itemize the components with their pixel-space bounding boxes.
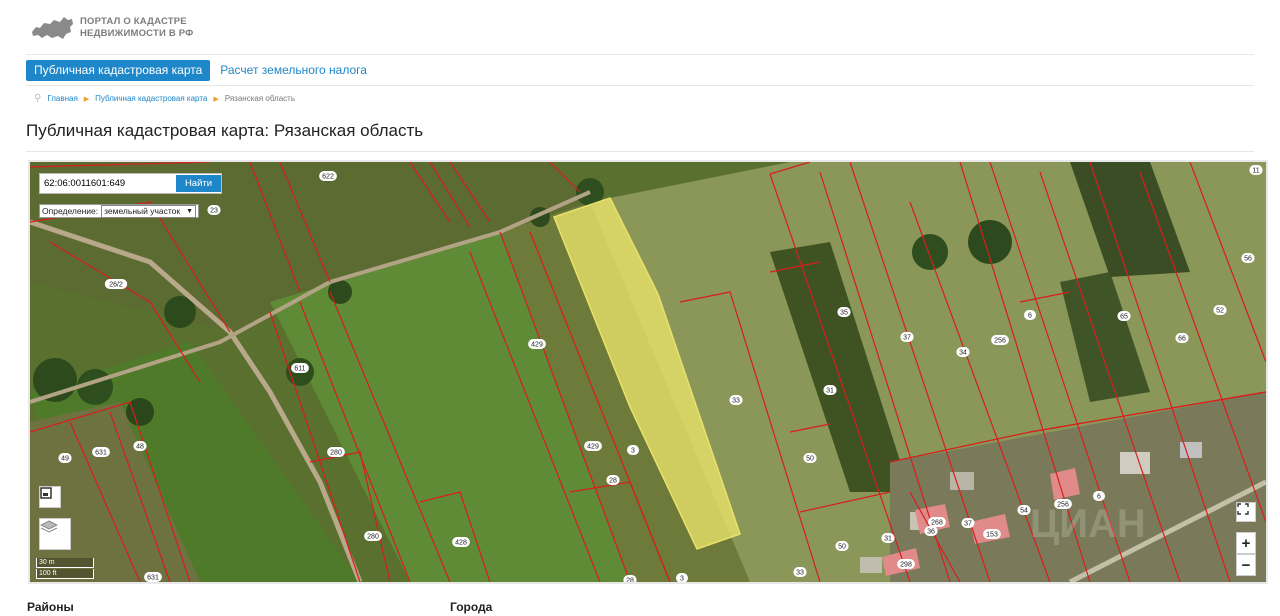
parcel-label[interactable]: 428 <box>455 540 467 547</box>
parcel-label[interactable]: 33 <box>732 398 740 405</box>
breadcrumb-arrow-icon: ▶ <box>83 95 90 103</box>
parcel-label[interactable]: 48 <box>136 444 144 451</box>
parcel-label[interactable]: 37 <box>964 521 972 528</box>
layers-button[interactable] <box>39 518 71 550</box>
parcel-label[interactable]: 33 <box>796 570 804 577</box>
parcel-label[interactable]: 3 <box>680 576 684 583</box>
fullscreen-button[interactable] <box>1236 502 1256 522</box>
chevron-down-icon: ▼ <box>186 207 194 215</box>
cadastral-search: Найти <box>39 173 222 194</box>
tab-land-tax-calculation[interactable]: Расчет земельного налога <box>212 60 375 81</box>
parcel-label[interactable]: 280 <box>367 534 379 541</box>
parcel-label[interactable]: 36 <box>927 529 935 536</box>
parcel-label[interactable]: 49 <box>61 456 69 463</box>
breadcrumb: ⚲ Главная ▶ Публичная кадастровая карта … <box>34 93 295 104</box>
parcel-label[interactable]: 52 <box>1216 308 1224 315</box>
scale-feet: 100 ft <box>36 569 94 579</box>
cadastral-map[interactable]: ЦИАН 622 23 26/2 429 429 3 28 33 31 50 35 37 34 256 6 6… <box>28 160 1268 584</box>
parcel-label[interactable]: 54 <box>1020 508 1028 515</box>
parcel-label[interactable]: 298 <box>900 562 912 569</box>
parcel-label[interactable]: 256 <box>1057 502 1069 509</box>
parcel-label[interactable]: 31 <box>884 536 892 543</box>
header-divider <box>26 54 1254 55</box>
parcel-label[interactable]: 153 <box>986 532 998 539</box>
site-logo[interactable]: ПОРТАЛ О КАДАСТРЕ НЕДВИЖИМОСТИ В РФ <box>30 14 194 42</box>
zoom-in-button[interactable]: + <box>1236 532 1256 554</box>
tabs-divider <box>26 85 1254 86</box>
parcel-label[interactable]: 37 <box>903 335 911 342</box>
parcel-label[interactable]: 31 <box>826 388 834 395</box>
parcel-label[interactable]: 65 <box>1120 314 1128 321</box>
map-view-button[interactable] <box>39 486 61 508</box>
tab-public-cadastral-map[interactable]: Публичная кадастровая карта <box>26 60 211 81</box>
parcel-label[interactable]: 280 <box>330 450 342 457</box>
definition-label: Определение: <box>42 206 99 216</box>
parcel-label[interactable]: 3 <box>631 448 635 455</box>
logo-line1: ПОРТАЛ О КАДАСТРЕ <box>80 16 187 27</box>
parcel-label[interactable]: 631 <box>95 450 107 457</box>
page-title: Публичная кадастровая карта: Рязанская о… <box>26 121 424 140</box>
parcel-label[interactable]: 622 <box>322 174 334 181</box>
scale-meters: 30 m <box>36 558 94 568</box>
parcel-label[interactable]: 56 <box>1244 256 1252 263</box>
map-watermark: ЦИАН <box>1030 502 1146 546</box>
parcel-label[interactable]: 11 <box>1252 168 1259 175</box>
districts-heading: Районы <box>27 600 74 614</box>
definition-control: Определение: земельный участок ▼ <box>39 204 200 218</box>
breadcrumb-current: Рязанская область <box>224 94 295 103</box>
definition-select[interactable]: земельный участок ▼ <box>101 204 197 218</box>
parcel-label[interactable]: 28 <box>609 478 617 485</box>
russia-map-icon <box>32 17 73 39</box>
parcel-label[interactable]: 429 <box>587 444 599 451</box>
breadcrumb-home[interactable]: Главная <box>47 94 77 103</box>
map-scale: 30 m 100 ft <box>36 558 94 580</box>
breadcrumb-public-map[interactable]: Публичная кадастровая карта <box>95 94 207 103</box>
parcel-label[interactable]: 50 <box>806 456 814 463</box>
cadastral-number-input[interactable] <box>40 175 174 192</box>
parcel-label[interactable]: 631 <box>147 575 159 582</box>
fullscreen-icon <box>1237 503 1249 515</box>
satellite-map-layer: ЦИАН 6222326/24294293283331503537342566 6… <box>30 162 1266 582</box>
parcel-label[interactable]: 28 <box>626 578 634 583</box>
parcel-label[interactable]: 50 <box>838 544 846 551</box>
layers-icon <box>40 520 58 533</box>
parcel-label[interactable]: 6 <box>1097 494 1101 501</box>
cities-heading: Города <box>450 600 493 614</box>
parcel-label[interactable]: 6 <box>1028 313 1032 320</box>
find-button[interactable]: Найти <box>176 175 221 192</box>
parcel-label[interactable]: 34 <box>959 350 967 357</box>
main-tabs: Публичная кадастровая карта Расчет земел… <box>26 60 375 81</box>
parcel-label[interactable]: 35 <box>840 310 848 317</box>
frame-icon <box>40 487 52 499</box>
parcel-label[interactable]: 66 <box>1178 336 1186 343</box>
parcel-label[interactable]: 611 <box>294 366 305 373</box>
definition-value: земельный участок <box>104 205 181 216</box>
breadcrumb-arrow-icon: ▶ <box>213 95 219 103</box>
zoom-out-button[interactable]: − <box>1236 554 1256 576</box>
parcel-label[interactable]: 268 <box>931 520 943 527</box>
parcel-label[interactable]: 26/2 <box>109 282 123 289</box>
location-pin-icon: ⚲ <box>34 93 42 104</box>
parcel-label[interactable]: 23 <box>210 208 218 215</box>
logo-line2: НЕДВИЖИМОСТИ В РФ <box>80 28 194 39</box>
parcel-label[interactable]: 256 <box>994 338 1006 345</box>
title-divider <box>26 151 1254 152</box>
parcel-label[interactable]: 429 <box>531 342 543 349</box>
